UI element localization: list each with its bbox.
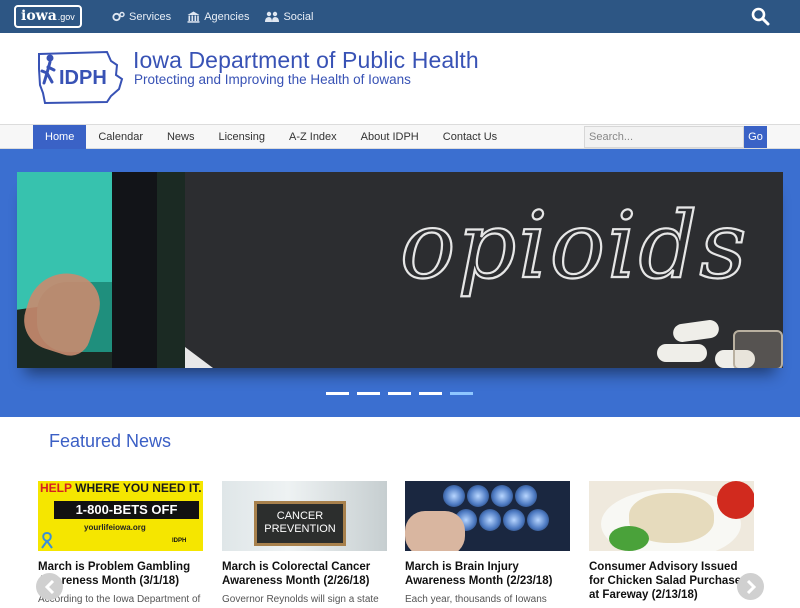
carousel-slide[interactable]: opioids (17, 172, 783, 368)
nav-calendar[interactable]: Calendar (86, 125, 155, 149)
nav-news[interactable]: News (155, 125, 207, 149)
logo-suffix-text: .gov (57, 12, 75, 22)
services-label: Services (129, 10, 172, 23)
slide-chalkboard: opioids (185, 172, 783, 368)
hero-carousel: opioids (0, 149, 800, 417)
people-icon (265, 11, 280, 22)
cancer-prevention-image[interactable]: CANCER PREVENTION (222, 481, 387, 551)
slide-photo-person (17, 172, 185, 368)
slide-chalk-text: opioids (400, 192, 749, 299)
news-card[interactable]: Consumer Advisory Issued for Chicken Sal… (589, 481, 754, 608)
news-card-title[interactable]: March is Colorectal Cancer Awareness Mon… (222, 560, 387, 588)
news-card[interactable]: March is Brain Injury Awareness Month (2… (405, 481, 570, 605)
search-go-button[interactable]: Go (744, 126, 767, 148)
carousel-dot-3[interactable] (388, 392, 411, 395)
search-icon[interactable] (751, 7, 770, 26)
gambling-headline: HELP WHERE YOU NEED IT. (40, 481, 202, 495)
chicken-salad-image[interactable] (589, 481, 754, 551)
nav-licensing[interactable]: Licensing (207, 125, 277, 149)
gambling-website: yourlifeiowa.org (84, 523, 146, 532)
carousel-dot-4[interactable] (419, 392, 442, 395)
main-nav-items: Home Calendar News Licensing A-Z Index A… (33, 125, 509, 149)
department-title[interactable]: Iowa Department of Public Health (133, 47, 479, 74)
cancer-prevention-sign: CANCER PREVENTION (254, 501, 346, 546)
brain-scan-image[interactable] (405, 481, 570, 551)
gears-icon (112, 11, 125, 21)
services-link[interactable]: Services (112, 11, 171, 23)
department-tagline: Protecting and Improving the Health of I… (134, 72, 411, 87)
nav-about-idph[interactable]: About IDPH (349, 125, 431, 149)
news-card-title[interactable]: March is Brain Injury Awareness Month (2… (405, 560, 570, 588)
top-bar: iowa .gov Services Agencies Social (0, 0, 800, 33)
iowa-gov-logo[interactable]: iowa .gov (14, 5, 82, 28)
carousel-dot-2[interactable] (357, 392, 380, 395)
idph-mini-mark: IDPH (172, 538, 187, 544)
carousel-dot-1[interactable] (326, 392, 349, 395)
news-card[interactable]: CANCER PREVENTION March is Colorectal Ca… (222, 481, 387, 605)
carousel-dot-5[interactable] (450, 392, 473, 395)
idph-logo-text: IDPH (59, 67, 107, 89)
building-icon (187, 11, 200, 23)
news-card-title[interactable]: Consumer Advisory Issued for Chicken Sal… (589, 560, 754, 602)
nav-a-z-index[interactable]: A-Z Index (277, 125, 349, 149)
idph-state-logo[interactable]: IDPH (37, 49, 125, 105)
main-nav: Home Calendar News Licensing A-Z Index A… (0, 124, 800, 149)
site-header: IDPH Iowa Department of Public Health Pr… (0, 33, 800, 124)
agencies-label: Agencies (204, 10, 250, 23)
chevron-right-icon (746, 579, 756, 594)
news-next-button[interactable] (737, 573, 764, 600)
social-label: Social (283, 10, 314, 23)
nav-contact-us[interactable]: Contact Us (431, 125, 509, 149)
carousel-indicators (326, 392, 481, 395)
logo-main-text: iowa (21, 8, 57, 24)
awareness-ribbon-icon (41, 531, 53, 549)
top-nav: Services Agencies Social (112, 0, 329, 33)
gambling-helpline-image[interactable]: HELP WHERE YOU NEED IT. 1-800-BETS OFF y… (38, 481, 203, 551)
featured-news-heading: Featured News (49, 431, 172, 451)
social-link[interactable]: Social (265, 11, 313, 23)
nav-home[interactable]: Home (33, 125, 87, 149)
news-prev-button[interactable] (36, 573, 63, 600)
gambling-phone-number: 1-800-BETS OFF (54, 501, 199, 519)
agencies-link[interactable]: Agencies (187, 11, 249, 23)
site-search-input[interactable] (584, 126, 744, 148)
chevron-left-icon (44, 579, 54, 594)
